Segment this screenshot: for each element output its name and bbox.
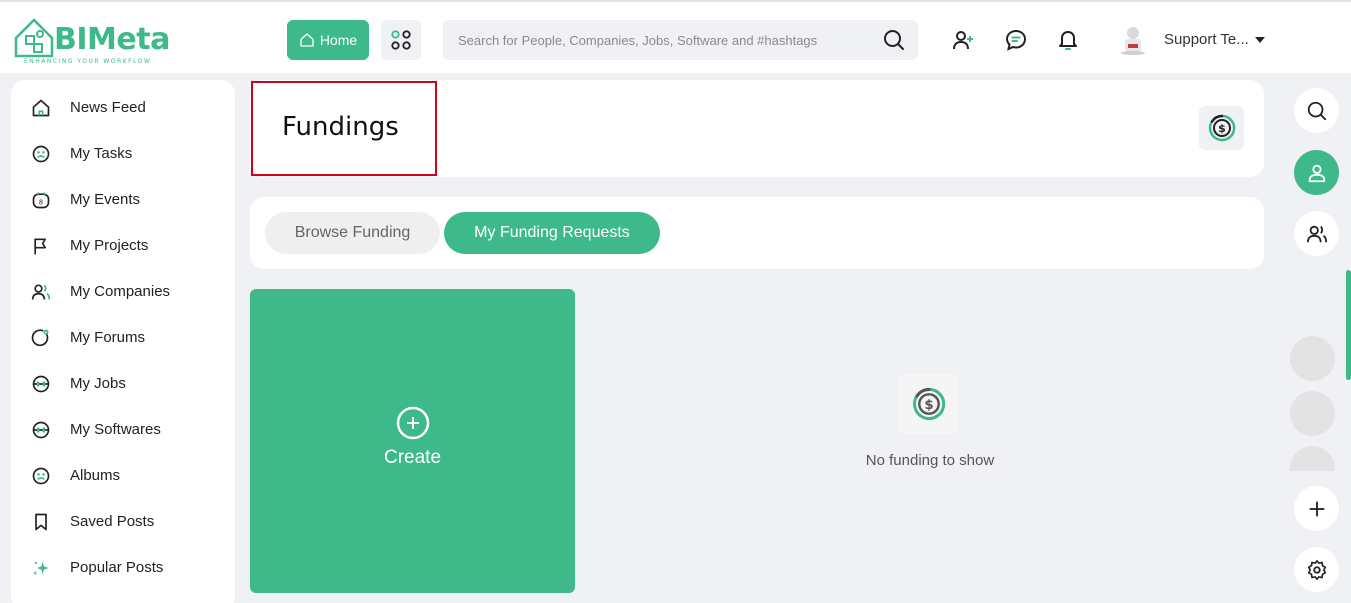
dollar-coin-icon: $ bbox=[1208, 114, 1235, 142]
sparkle-icon bbox=[32, 561, 49, 576]
svg-text:$: $ bbox=[924, 398, 933, 413]
companies-icon bbox=[31, 284, 51, 300]
apps-grid-icon bbox=[391, 30, 411, 50]
sidebar-item-label: My Projects bbox=[70, 237, 149, 254]
avatar[interactable] bbox=[1118, 24, 1148, 56]
sidebar-item-label: Albums bbox=[70, 467, 121, 484]
software-icon bbox=[32, 421, 50, 439]
tab-browse-funding[interactable]: Browse Funding bbox=[265, 212, 440, 254]
search-icon bbox=[1307, 101, 1326, 120]
jobs-icon bbox=[32, 375, 50, 393]
home-button-label: Home bbox=[319, 32, 358, 48]
albums-icon bbox=[32, 467, 50, 485]
sidebar-item-albums[interactable]: Albums bbox=[11, 456, 235, 496]
sidebar-item-my-tasks[interactable]: My Tasks bbox=[11, 134, 235, 174]
tasks-icon bbox=[32, 145, 50, 163]
sidebar-item-my-companies[interactable]: My Companies bbox=[11, 272, 235, 312]
sidebar-item-label: Saved Posts bbox=[70, 513, 155, 530]
sidebar-item-label: My Companies bbox=[70, 283, 171, 300]
sidebar-item-my-jobs[interactable]: My Jobs bbox=[11, 364, 235, 404]
rail-user-button[interactable] bbox=[1294, 150, 1339, 195]
flag-icon bbox=[34, 238, 47, 255]
sidebar-item-my-softwares[interactable]: My Softwares bbox=[11, 410, 235, 450]
tab-my-funding-requests[interactable]: My Funding Requests bbox=[444, 212, 660, 254]
empty-state-text: No funding to show bbox=[865, 452, 995, 469]
home-button[interactable]: Home bbox=[287, 20, 369, 60]
rail-placeholder-avatar[interactable] bbox=[1290, 391, 1335, 436]
page-title: Fundings bbox=[282, 112, 399, 142]
logo-tagline: ENHANCING YOUR WORKFLOW bbox=[24, 58, 152, 65]
logo-wordmark: BIMeta bbox=[54, 22, 170, 57]
plus-circle-icon bbox=[396, 406, 430, 440]
rail-scroll-indicator[interactable] bbox=[1346, 270, 1351, 380]
sidebar: News Feed My Tasks 8 My Events My Projec… bbox=[11, 80, 235, 603]
rail-users-button[interactable] bbox=[1294, 211, 1339, 256]
create-label: Create bbox=[383, 447, 442, 468]
sidebar-item-label: My Forums bbox=[70, 329, 145, 346]
gear-icon bbox=[1307, 559, 1326, 580]
bookmark-icon bbox=[35, 513, 47, 531]
svg-text:8: 8 bbox=[39, 199, 43, 207]
sidebar-item-label: My Tasks bbox=[70, 145, 133, 162]
user-icon bbox=[1308, 164, 1325, 182]
search-input[interactable] bbox=[443, 20, 863, 60]
plus-icon bbox=[1309, 501, 1324, 516]
home-icon bbox=[300, 33, 314, 47]
sidebar-item-label: My Jobs bbox=[70, 375, 126, 392]
logo-house-icon bbox=[14, 18, 54, 58]
chat-icon[interactable] bbox=[1004, 28, 1028, 52]
sidebar-item-my-projects[interactable]: My Projects bbox=[11, 226, 235, 266]
calendar-icon: 8 bbox=[32, 192, 50, 209]
sidebar-item-my-forums[interactable]: My Forums bbox=[11, 318, 235, 358]
create-funding-card[interactable]: Create bbox=[250, 289, 575, 593]
sidebar-item-news-feed[interactable]: News Feed bbox=[11, 88, 235, 128]
home-icon bbox=[32, 99, 50, 117]
dollar-coin-icon: $ bbox=[912, 387, 945, 421]
svg-text:$: $ bbox=[1218, 122, 1226, 135]
search-icon[interactable] bbox=[882, 28, 906, 52]
user-name[interactable]: Support Te... bbox=[1164, 31, 1249, 48]
forum-icon bbox=[31, 329, 49, 347]
bell-icon[interactable] bbox=[1056, 28, 1080, 52]
rail-settings-button[interactable] bbox=[1294, 547, 1339, 592]
empty-state-icon-box: $ bbox=[898, 374, 959, 434]
sidebar-item-popular-posts[interactable]: Popular Posts bbox=[11, 548, 235, 588]
rail-add-button[interactable] bbox=[1294, 486, 1339, 531]
sidebar-item-label: Popular Posts bbox=[70, 559, 164, 576]
sidebar-item-label: My Softwares bbox=[70, 421, 161, 438]
sidebar-item-saved-posts[interactable]: Saved Posts bbox=[11, 502, 235, 542]
rail-search-button[interactable] bbox=[1294, 88, 1339, 133]
users-icon bbox=[1306, 225, 1327, 242]
sidebar-item-my-events[interactable]: 8 My Events bbox=[11, 180, 235, 220]
funding-button[interactable]: $ bbox=[1199, 106, 1244, 150]
add-user-icon[interactable] bbox=[951, 28, 975, 52]
apps-button[interactable] bbox=[381, 20, 421, 60]
bimeta-logo[interactable]: BIMeta ENHANCING YOUR WORKFLOW bbox=[12, 16, 170, 66]
sidebar-item-label: My Events bbox=[70, 191, 141, 208]
sidebar-item-label: News Feed bbox=[70, 99, 146, 116]
rail-placeholder-avatar[interactable] bbox=[1290, 446, 1335, 471]
caret-down-icon[interactable] bbox=[1255, 37, 1265, 43]
rail-placeholder-avatar[interactable] bbox=[1290, 336, 1335, 381]
top-bar: BIMeta ENHANCING YOUR WORKFLOW Home Sear… bbox=[0, 0, 1351, 73]
search-bar bbox=[443, 20, 918, 60]
